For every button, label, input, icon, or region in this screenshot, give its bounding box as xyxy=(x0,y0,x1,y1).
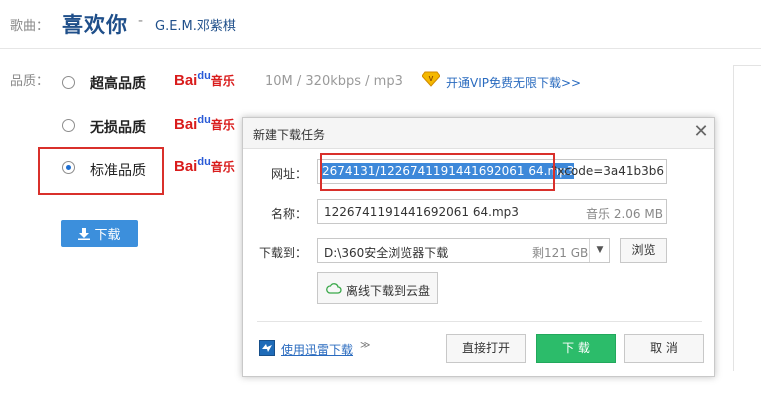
quality-radio-lossless[interactable] xyxy=(62,119,75,132)
cloud-icon xyxy=(326,283,342,294)
thunder-icon xyxy=(259,340,275,356)
url-rest-text: ?xcode=3a41b3b6 xyxy=(551,164,665,178)
song-title: 喜欢你 xyxy=(62,13,128,37)
quality-info: 10M / 320kbps / mp3 xyxy=(265,74,403,89)
svg-text:V: V xyxy=(429,76,434,83)
baidu-music-logo: Baidu音乐 xyxy=(174,70,235,89)
download-button[interactable]: 下载 xyxy=(61,220,138,247)
dialog-divider xyxy=(257,321,702,322)
chevron-down-icon[interactable]: ≫ xyxy=(360,340,370,351)
path-label: 下载到： xyxy=(258,246,307,260)
new-download-dialog: 新建下载任务 ✕ 网址： 2674131/1226741191441692061… xyxy=(242,117,715,377)
download-button-label: 下载 xyxy=(94,228,121,243)
quality-option-superhigh[interactable]: 超高品质 xyxy=(90,73,146,93)
file-type-size: 音乐 2.06 MB xyxy=(586,207,663,221)
song-separator: - xyxy=(138,13,144,29)
free-space: 剩121 GB xyxy=(532,246,589,260)
vip-link[interactable]: 开通VIP免费无限下载>> xyxy=(446,74,581,91)
browse-button[interactable]: 浏览 xyxy=(620,238,667,263)
side-panel-edge xyxy=(733,65,761,371)
use-thunder-link[interactable]: 使用迅雷下载 xyxy=(281,341,353,358)
download-icon xyxy=(78,227,91,240)
close-icon[interactable]: ✕ xyxy=(691,121,711,143)
song-label: 歌曲： xyxy=(10,19,50,34)
cloud-download-label: 离线下载到云盘 xyxy=(346,284,431,298)
artist-link[interactable]: G.E.M.邓紫棋 xyxy=(155,15,236,34)
baidu-music-logo: Baidu音乐 xyxy=(174,114,235,133)
dialog-download-button[interactable]: 下 载 xyxy=(536,334,616,363)
dialog-titlebar[interactable]: 新建下载任务 ✕ xyxy=(243,118,714,149)
url-highlight-box xyxy=(320,153,555,191)
filename-field[interactable]: 1226741191441692061 64.mp3 音乐 2.06 MB xyxy=(317,199,667,224)
quality-radio-superhigh[interactable] xyxy=(62,76,75,89)
header-divider xyxy=(0,48,761,49)
selection-highlight-box xyxy=(38,147,164,195)
quality-option-lossless[interactable]: 无损品质 xyxy=(90,117,146,137)
vip-diamond-icon: V xyxy=(422,71,440,87)
quality-label: 品质： xyxy=(10,74,50,89)
cancel-button[interactable]: 取 消 xyxy=(624,334,704,363)
name-label: 名称： xyxy=(270,207,307,221)
chevron-down-icon[interactable]: ▼ xyxy=(589,239,610,262)
save-path-value: D:\360安全浏览器下载 xyxy=(324,246,449,260)
filename-value: 1226741191441692061 64.mp3 xyxy=(324,205,519,219)
cloud-download-button[interactable]: 离线下载到云盘 xyxy=(317,272,438,304)
open-directly-button[interactable]: 直接打开 xyxy=(446,334,526,363)
baidu-music-logo: Baidu音乐 xyxy=(174,156,235,175)
dialog-title: 新建下载任务 xyxy=(253,128,326,142)
save-path-select[interactable]: D:\360安全浏览器下载 剩121 GB ▼ xyxy=(317,238,610,263)
url-label: 网址： xyxy=(270,167,307,181)
